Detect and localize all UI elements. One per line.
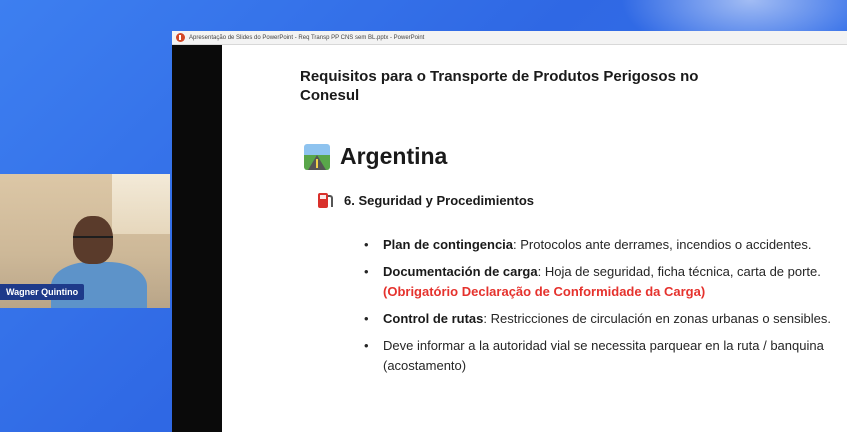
bullet-text: : Hoja de seguridad, ficha técnica, cart…	[537, 264, 821, 279]
bullet-label: Plan de contingencia	[383, 237, 514, 252]
country-name: Argentina	[340, 143, 448, 169]
motorway-icon	[304, 143, 330, 170]
bullet-text: : Restricciones de circulación en zonas …	[483, 311, 831, 326]
participant-name-tag: Wagner Quintino	[0, 284, 85, 300]
powerpoint-window[interactable]: Apresentação de Slides do PowerPoint - R…	[172, 31, 847, 432]
bullet-list: • Plan de contingencia: Protocolos ante …	[363, 235, 843, 383]
section-title: 6. Seguridad y Procedimientos	[344, 192, 534, 208]
bullet-highlight: (Obrigatório Declaração de Conformidade …	[383, 284, 706, 299]
powerpoint-icon	[176, 33, 185, 42]
slide-canvas[interactable]: Requisitos para o Transporte de Produtos…	[222, 45, 847, 432]
bullet-label: Control de rutas	[383, 311, 484, 326]
participant-video-tile[interactable]: Wagner Quintino	[0, 174, 170, 308]
bullet-item: • Documentación de carga: Hoja de seguri…	[363, 262, 843, 302]
fuel-pump-icon	[318, 191, 333, 209]
bullet-marker: •	[364, 264, 369, 279]
window-titlebar[interactable]: Apresentação de Slides do PowerPoint - R…	[172, 31, 847, 45]
bullet-text: Deve informar a la autoridad vial se nec…	[383, 338, 824, 373]
section-heading: 6. Seguridad y Procedimientos	[318, 191, 534, 209]
bullet-marker: •	[364, 338, 369, 353]
bullet-item: • Control de rutas: Restricciones de cir…	[363, 309, 843, 329]
bullet-marker: •	[364, 237, 369, 252]
country-heading: Argentina	[304, 143, 447, 170]
bullet-label: Documentación de carga	[383, 264, 538, 279]
slide-title: Requisitos para o Transporte de Produtos…	[300, 68, 699, 104]
bullet-marker: •	[364, 311, 369, 326]
bullet-item: • Deve informar a la autoridad vial se n…	[363, 336, 843, 376]
slide-letterbox	[172, 45, 222, 432]
bullet-item: • Plan de contingencia: Protocolos ante …	[363, 235, 843, 255]
bullet-text: : Protocolos ante derrames, incendios o …	[513, 237, 812, 252]
window-title: Apresentação de Slides do PowerPoint - R…	[189, 34, 425, 41]
